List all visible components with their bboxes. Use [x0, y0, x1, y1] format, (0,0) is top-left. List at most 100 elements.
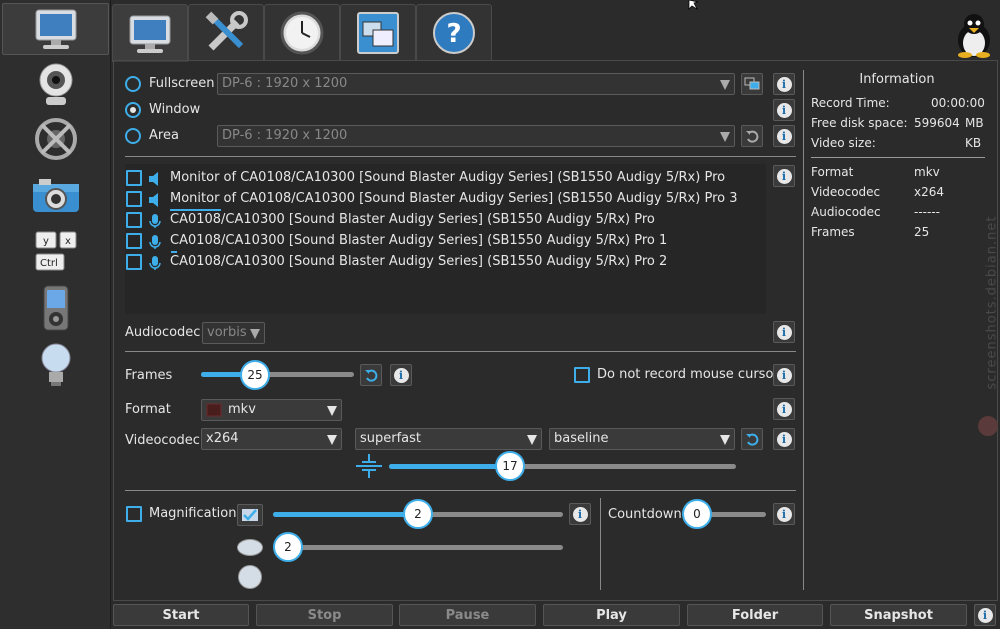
keyboard-icon: y x Ctrl — [35, 231, 76, 271]
tab-windows[interactable] — [340, 4, 416, 60]
audio-device-checkbox[interactable] — [126, 212, 142, 228]
svg-text:x: x — [65, 236, 71, 247]
countdown-info-button[interactable]: i — [773, 503, 795, 525]
pause-button[interactable]: Pause — [399, 604, 536, 626]
audio-device-item[interactable]: CA0108/CA10300 [Sound Blaster Audigy Ser… — [125, 212, 766, 232]
format-info-button[interactable]: i — [773, 398, 795, 420]
area-info-button[interactable]: i — [773, 125, 795, 147]
quality-icon — [356, 454, 382, 478]
info-audiocodec-value: ------ — [914, 205, 940, 219]
preset-select[interactable]: superfast — [355, 428, 542, 450]
frames-info-button[interactable]: i — [390, 364, 412, 386]
microphone-icon — [149, 256, 161, 270]
mouse-cursor-checkbox[interactable] — [574, 367, 590, 383]
audio-device-checkbox[interactable] — [126, 191, 142, 207]
start-button[interactable]: Start — [113, 604, 249, 626]
tux-icon[interactable] — [952, 12, 996, 58]
audio-device-list[interactable]: Monitor of CA0108/CA10300 [Sound Blaster… — [125, 164, 766, 314]
info-icon: i — [776, 431, 792, 447]
tab-timer[interactable] — [264, 4, 340, 60]
window-info-button[interactable]: i — [773, 99, 795, 121]
chevron-down-icon — [720, 80, 730, 90]
folder-button[interactable]: Folder — [687, 604, 823, 626]
sidebar-item-webcam[interactable] — [2, 58, 109, 110]
stop-button[interactable]: Stop — [256, 604, 393, 626]
area-radio[interactable] — [125, 128, 141, 144]
reset-videocodec-button[interactable] — [741, 428, 763, 450]
magnification-checkbox[interactable] — [126, 506, 142, 522]
magnifier-ellipse-button[interactable] — [237, 539, 263, 556]
microphone-icon — [149, 214, 161, 228]
fullscreen-info-button[interactable]: i — [773, 73, 795, 95]
info-icon: i — [977, 607, 993, 623]
sidebar-item-screen[interactable] — [2, 3, 109, 55]
magnification-info-button[interactable]: i — [569, 503, 591, 525]
tab-settings[interactable] — [188, 4, 264, 60]
chevron-down-icon — [250, 329, 260, 339]
reset-area-button[interactable] — [741, 125, 763, 147]
info-icon: i — [393, 367, 409, 383]
audio-device-checkbox[interactable] — [126, 233, 142, 249]
profile-select[interactable]: baseline — [549, 428, 735, 450]
videocodec-info-button[interactable]: i — [773, 428, 795, 450]
audio-device-item[interactable]: CA0108/CA10300 [Sound Blaster Audigy Ser… — [125, 233, 766, 253]
info-audiocodec-label: Audiocodec — [811, 205, 881, 219]
magnifier-rect-button[interactable] — [237, 504, 263, 526]
frames-slider[interactable] — [201, 372, 354, 377]
camera-icon — [32, 179, 79, 212]
mouse-cursor-info-button[interactable]: i — [773, 364, 795, 386]
reset-frames-button[interactable] — [360, 364, 382, 386]
sidebar-item-no-webcam[interactable] — [2, 113, 109, 165]
watermark-text: screenshots.debian.net — [984, 215, 1000, 390]
fullscreen-select-value: DP-6 : 1920 x 1200 — [222, 76, 348, 91]
audio-device-item[interactable]: Monitor of CA0108/CA10300 [Sound Blaster… — [125, 191, 766, 211]
sidebar-item-player[interactable] — [2, 282, 109, 334]
audio-device-checkbox[interactable] — [126, 170, 142, 186]
snapshot-button[interactable]: Snapshot — [830, 604, 967, 626]
audiocodec-info-button[interactable]: i — [773, 321, 795, 343]
sidebar-item-shortcuts[interactable]: y x Ctrl — [2, 226, 109, 278]
format-select[interactable]: mkv — [201, 399, 342, 421]
window-radio[interactable] — [125, 102, 141, 118]
tab-help[interactable]: ? — [416, 4, 492, 60]
monitor-icon — [35, 9, 76, 49]
select-screen-button[interactable] — [741, 73, 763, 95]
videocodec-select[interactable]: x264 — [201, 428, 342, 450]
audio-device-item[interactable]: Monitor of CA0108/CA10300 [Sound Blaster… — [125, 170, 766, 190]
tools-icon — [205, 10, 248, 50]
preset-value: superfast — [360, 431, 422, 446]
information-title: Information — [859, 72, 935, 87]
tab-screen[interactable] — [112, 4, 188, 62]
watermark-logo — [978, 416, 998, 436]
divider — [811, 157, 985, 158]
quality-slider-handle[interactable]: 17 — [495, 451, 525, 481]
magnification-slider-handle[interactable]: 2 — [403, 499, 433, 529]
divider — [125, 351, 796, 352]
divider — [803, 70, 804, 590]
audio-device-checkbox[interactable] — [126, 254, 142, 270]
sidebar-item-snapshot[interactable] — [2, 170, 109, 222]
fullscreen-label: Fullscreen — [149, 76, 215, 91]
audiocodec-select[interactable]: vorbis — [202, 322, 265, 344]
check-icon — [242, 509, 258, 521]
area-select[interactable]: DP-6 : 1920 x 1200 — [217, 125, 735, 147]
audio-device-item[interactable]: CA0108/CA10300 [Sound Blaster Audigy Ser… — [125, 254, 766, 274]
magnification-size-handle[interactable]: 2 — [273, 532, 303, 562]
magnification-size-slider[interactable] — [288, 545, 563, 550]
quality-slider[interactable] — [389, 464, 736, 469]
audio-info-button[interactable]: i — [773, 165, 795, 187]
sidebar-item-tips[interactable] — [2, 338, 109, 390]
video-size-label: Video size: — [811, 136, 876, 150]
magnification-label: Magnification — [149, 506, 237, 521]
buttons-info-button[interactable]: i — [974, 604, 996, 626]
countdown-slider-handle[interactable]: 0 — [682, 499, 712, 529]
frames-slider-handle[interactable]: 25 — [240, 360, 270, 390]
svg-text:?: ? — [446, 19, 461, 49]
play-button[interactable]: Play — [543, 604, 680, 626]
svg-text:Ctrl: Ctrl — [40, 258, 58, 269]
fullscreen-radio[interactable] — [125, 76, 141, 92]
fullscreen-select[interactable]: DP-6 : 1920 x 1200 — [217, 73, 735, 95]
audiocodec-label: Audiocodec — [125, 325, 201, 340]
info-icon: i — [776, 506, 792, 522]
magnifier-circle-button[interactable] — [238, 565, 262, 589]
